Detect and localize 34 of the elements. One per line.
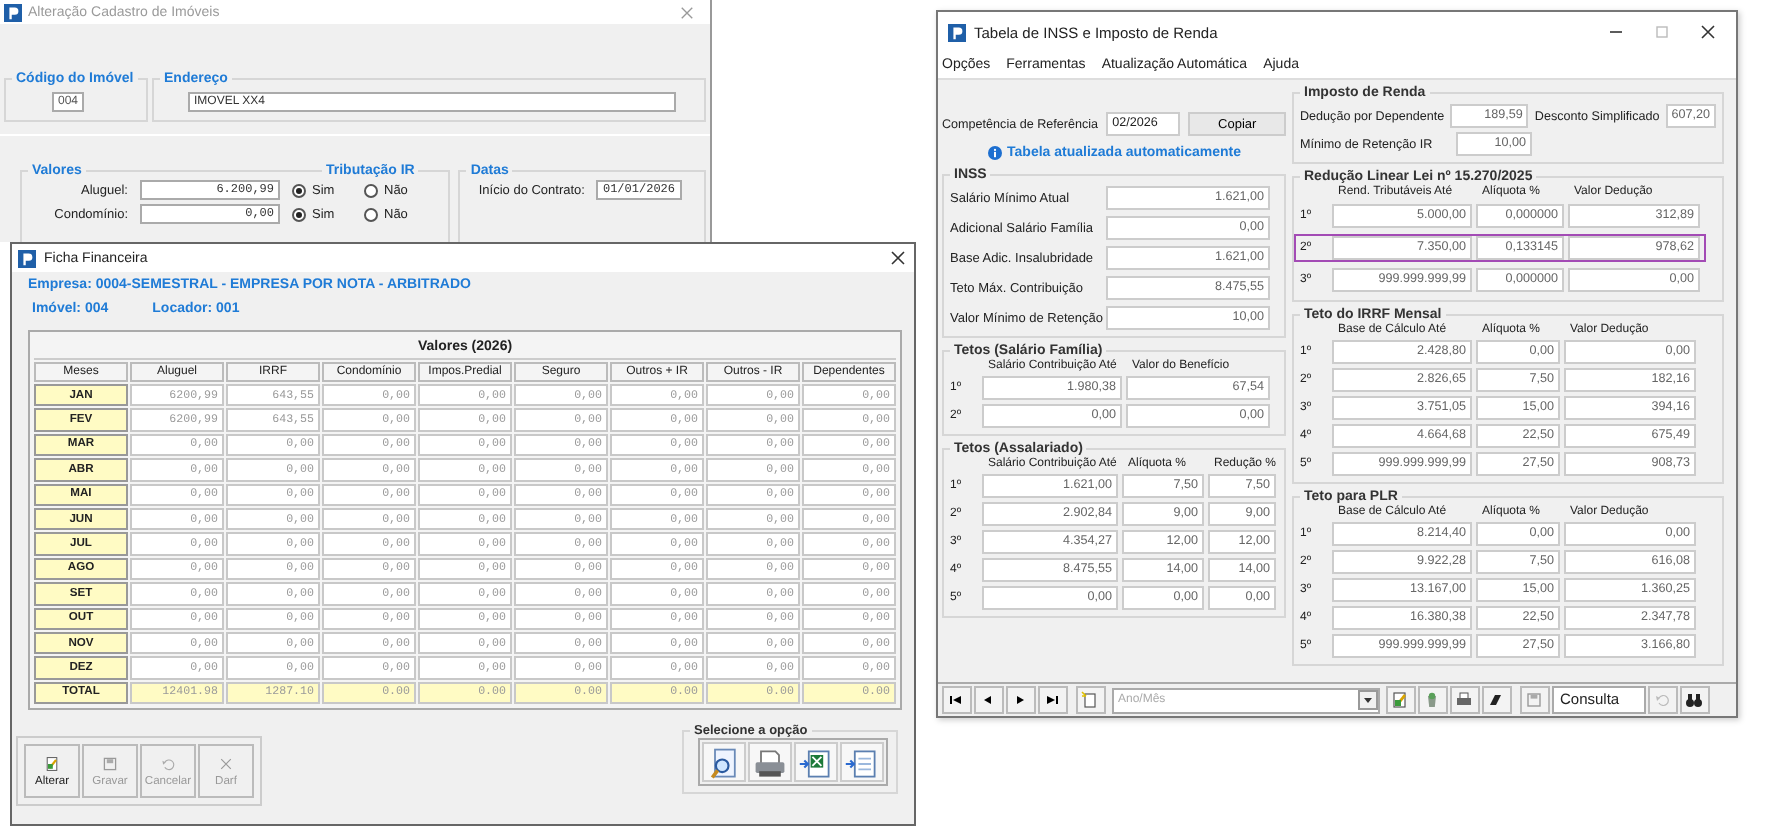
info-icon [987, 145, 1002, 159]
first-arrow-icon [946, 690, 966, 710]
last-arrow-icon [1042, 690, 1062, 710]
previous-button[interactable] [974, 686, 1004, 714]
first-button[interactable] [942, 686, 972, 714]
close-icon [218, 755, 234, 772]
document-icon [844, 746, 880, 783]
delete-button[interactable] [1418, 686, 1448, 714]
printer-icon [1454, 690, 1474, 710]
magnifier-icon [706, 746, 742, 783]
export-spreadsheet-button[interactable] [794, 742, 838, 783]
app-icon [948, 23, 966, 41]
new-document-icon [1080, 690, 1100, 710]
export-document-button[interactable] [840, 742, 884, 783]
italic-icon [1486, 690, 1506, 710]
close-icon[interactable] [890, 250, 906, 266]
document-pencil-icon [1390, 690, 1410, 710]
last-button[interactable] [1038, 686, 1068, 714]
undo-icon [160, 755, 176, 772]
print-button[interactable] [1450, 686, 1480, 714]
print-button[interactable] [748, 742, 792, 783]
app-icon [18, 249, 36, 267]
trash-icon [1422, 690, 1442, 710]
next-button[interactable] [1006, 686, 1036, 714]
undo-icon [1652, 690, 1672, 710]
printer-icon [752, 746, 788, 783]
binoculars-icon [1684, 690, 1704, 710]
close-icon[interactable] [1698, 22, 1718, 42]
preview-button[interactable] [702, 742, 746, 783]
edit-button[interactable] [1386, 686, 1416, 714]
document-pencil-icon [44, 755, 60, 772]
spreadsheet-icon [798, 746, 834, 783]
search-button[interactable] [1680, 686, 1710, 714]
italic-button[interactable] [1482, 686, 1512, 714]
